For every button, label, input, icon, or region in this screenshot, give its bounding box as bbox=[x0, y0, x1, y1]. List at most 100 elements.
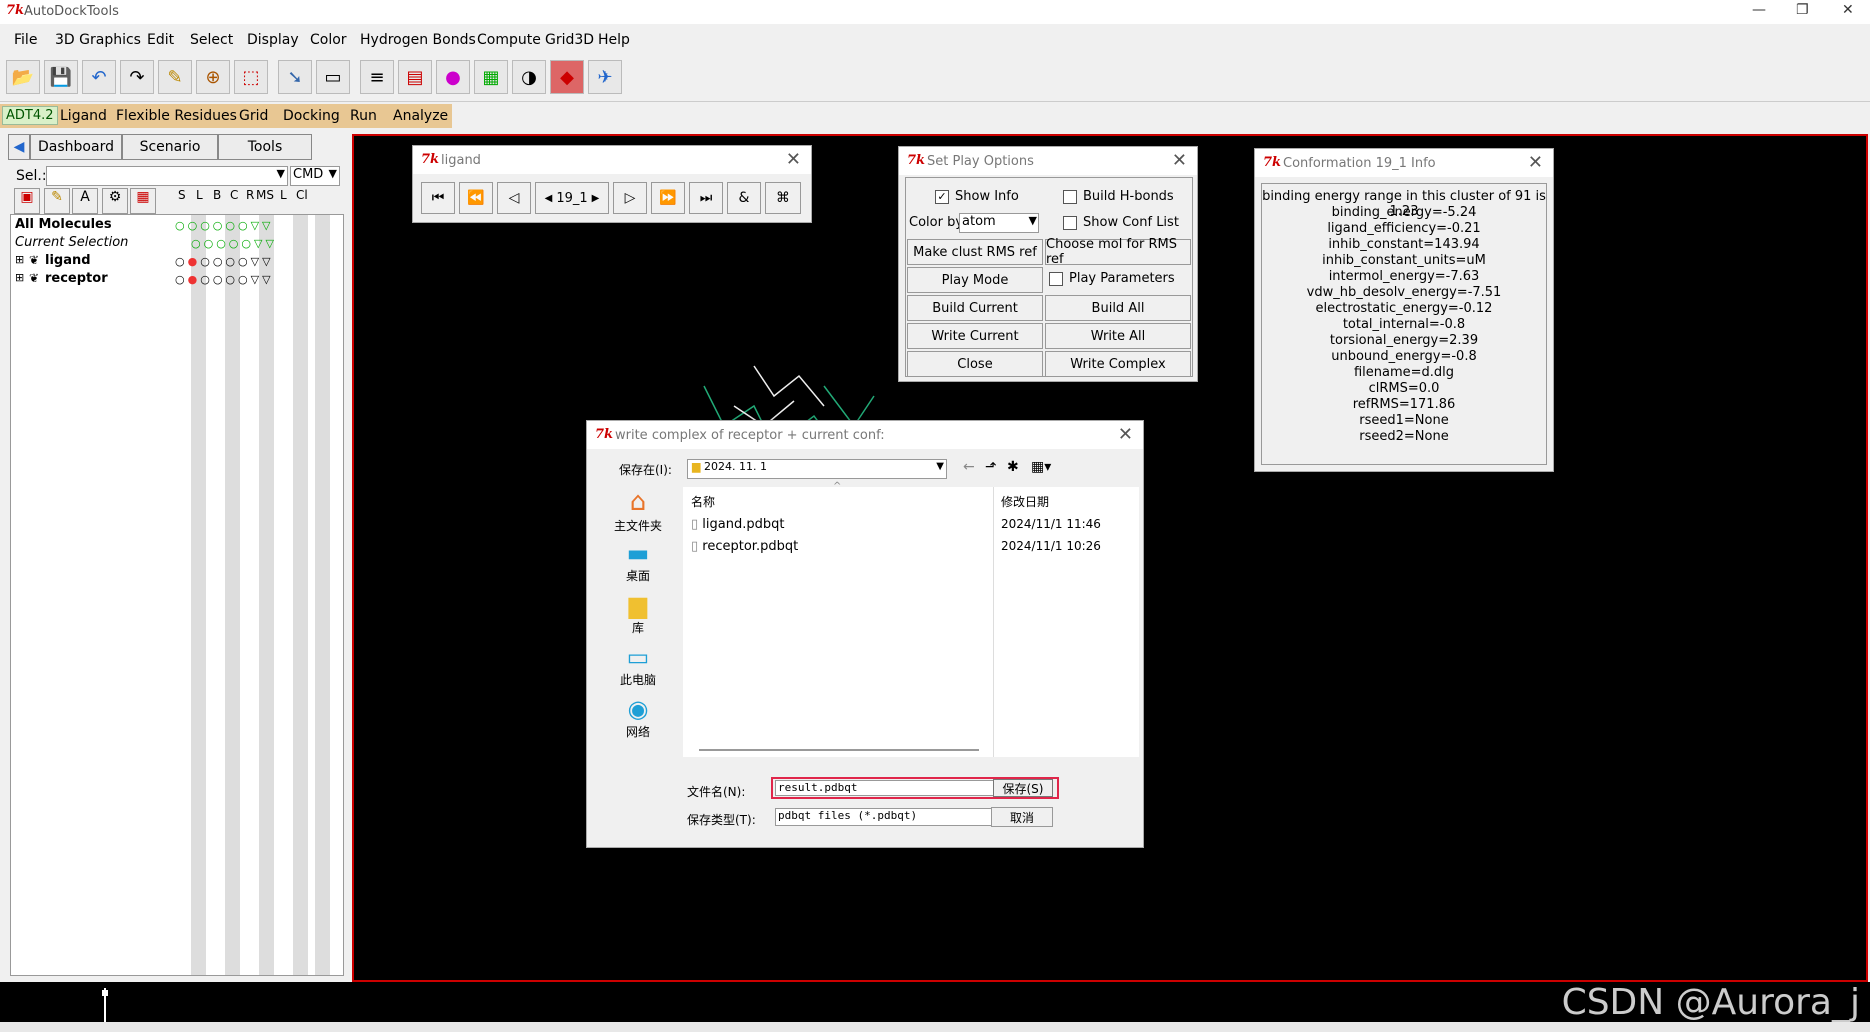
frame-prev-icon[interactable]: ◀ bbox=[545, 193, 553, 204]
text-align-icon[interactable]: ≡ bbox=[360, 60, 394, 94]
tree-receptor[interactable]: receptor bbox=[45, 271, 108, 286]
panel-icon[interactable]: ▤ bbox=[398, 60, 432, 94]
undo-icon[interactable]: ↶ bbox=[82, 60, 116, 94]
menu-color[interactable]: Color bbox=[310, 32, 347, 48]
selection-input[interactable]: ▼ bbox=[46, 166, 288, 186]
show-conf-list-checkbox[interactable]: Show Conf List bbox=[1063, 215, 1179, 230]
cancel-button[interactable]: 取消 bbox=[991, 807, 1053, 827]
tree-ligand[interactable]: ligand bbox=[45, 253, 91, 268]
build-current-button[interactable]: Build Current bbox=[907, 295, 1043, 321]
cmd-select[interactable]: CMD ▼ bbox=[290, 166, 340, 186]
ligand-toggles[interactable]: ○●○○○○▽▽ bbox=[175, 255, 274, 268]
play-button[interactable]: ▷ bbox=[613, 182, 647, 214]
all-molecules-toggles[interactable]: ○○○○○○▽▽ bbox=[175, 219, 274, 232]
tree-all-molecules[interactable]: All Molecules bbox=[15, 217, 112, 232]
place-desktop[interactable]: ▬ 桌面 bbox=[607, 539, 669, 589]
adt-menu-run[interactable]: Run bbox=[350, 108, 377, 124]
write-current-button[interactable]: Write Current bbox=[907, 323, 1043, 349]
grid-icon[interactable]: ▦ bbox=[474, 60, 508, 94]
menu-3d-graphics[interactable]: 3D Graphics bbox=[55, 32, 141, 48]
menu-help[interactable]: Help bbox=[598, 32, 630, 48]
new-folder-icon[interactable]: ✱ bbox=[1007, 459, 1019, 475]
adt-menu-analyze[interactable]: Analyze bbox=[393, 108, 448, 124]
file-row[interactable]: ▯ ligand.pdbqt 2024/11/1 11:46 bbox=[691, 517, 1131, 535]
select-tool-icon[interactable]: ▣ bbox=[14, 188, 40, 214]
tab-tools[interactable]: Tools bbox=[218, 134, 312, 160]
write-all-button[interactable]: Write All bbox=[1045, 323, 1191, 349]
collapse-arrow-icon[interactable]: ◀ bbox=[8, 134, 30, 160]
make-clust-rms-button[interactable]: Make clust RMS ref bbox=[907, 239, 1043, 265]
write-complex-button[interactable]: Write Complex bbox=[1045, 351, 1191, 377]
choose-mol-rms-button[interactable]: Choose mol for RMS ref bbox=[1045, 237, 1191, 267]
selection-toggles[interactable]: ○○○○○▽▽ bbox=[191, 237, 277, 250]
tab-dashboard[interactable]: Dashboard bbox=[30, 134, 122, 160]
color-by-select[interactable]: atom ▼ bbox=[959, 213, 1039, 233]
minimize-icon[interactable]: — bbox=[1752, 2, 1766, 18]
close-icon[interactable]: ✕ bbox=[1172, 150, 1187, 171]
expand-icon[interactable]: ⊞ bbox=[15, 253, 24, 266]
menu-file[interactable]: File bbox=[14, 32, 37, 48]
place-home[interactable]: ⌂ 主文件夹 bbox=[607, 487, 669, 547]
frame-counter[interactable]: ◀ 19_1 ▶ bbox=[535, 182, 609, 214]
view-menu-icon[interactable]: ▦▾ bbox=[1031, 459, 1051, 475]
cube-icon[interactable]: ◆ bbox=[550, 60, 584, 94]
save-in-select[interactable]: ▆ 2024. 11. 1 ▼ bbox=[687, 459, 947, 479]
label-tool-icon[interactable]: A bbox=[72, 188, 98, 214]
menu-grid3d[interactable]: Grid3D bbox=[545, 32, 594, 48]
play-parameters-checkbox[interactable]: Play Parameters bbox=[1049, 271, 1175, 286]
color-ball-icon[interactable]: ● bbox=[436, 60, 470, 94]
ifr-icon[interactable]: ✈ bbox=[588, 60, 622, 94]
close-icon[interactable]: ✕ bbox=[1842, 2, 1854, 18]
tree-current-selection[interactable]: Current Selection bbox=[15, 235, 128, 250]
first-frame-button[interactable]: ⏮ bbox=[421, 182, 455, 214]
file-row[interactable]: ▯ receptor.pdbqt 2024/11/1 10:26 bbox=[691, 539, 1131, 557]
save-icon[interactable]: 💾 bbox=[44, 60, 78, 94]
horizontal-scrollbar[interactable] bbox=[699, 749, 979, 751]
maximize-icon[interactable]: ❐ bbox=[1796, 2, 1809, 18]
filetype-select[interactable]: pdbqt files (*.pdbqt) ▼ bbox=[775, 808, 1025, 826]
console-icon[interactable]: ▭ bbox=[316, 60, 350, 94]
up-folder-icon[interactable]: ⬏ bbox=[985, 459, 997, 475]
menu-compute[interactable]: Compute bbox=[477, 32, 541, 48]
expand-icon[interactable]: ⊞ bbox=[15, 271, 24, 284]
close-button[interactable]: Close bbox=[907, 351, 1043, 377]
menu-select[interactable]: Select bbox=[190, 32, 233, 48]
build-hbonds-checkbox[interactable]: Build H-bonds bbox=[1063, 189, 1174, 204]
rewind-button[interactable]: ⏪ bbox=[459, 182, 493, 214]
adt-menu-ligand[interactable]: Ligand bbox=[60, 108, 107, 124]
redo-icon[interactable]: ↷ bbox=[120, 60, 154, 94]
place-this-pc[interactable]: ▭ 此电脑 bbox=[607, 643, 669, 693]
adt-menu-docking[interactable]: Docking bbox=[283, 108, 340, 124]
pointer-icon[interactable]: ➘ bbox=[278, 60, 312, 94]
col-header-date[interactable]: 修改日期 bbox=[1001, 493, 1049, 510]
play-reverse-button[interactable]: ◁ bbox=[497, 182, 531, 214]
glasses-icon[interactable]: ◑ bbox=[512, 60, 546, 94]
play-mode-button[interactable]: Play Mode bbox=[907, 267, 1043, 293]
save-button[interactable]: 保存(S) bbox=[993, 779, 1053, 797]
tab-scenario[interactable]: Scenario bbox=[122, 134, 218, 160]
gear-tool-icon[interactable]: ⚙ bbox=[102, 188, 128, 214]
close-icon[interactable]: ✕ bbox=[1528, 152, 1543, 173]
close-icon[interactable]: ✕ bbox=[786, 149, 801, 170]
back-icon[interactable]: ← bbox=[963, 459, 975, 475]
filename-input[interactable]: result.pdbqt bbox=[775, 780, 1025, 796]
show-info-checkbox[interactable]: ✓ Show Info bbox=[935, 189, 1019, 204]
place-library[interactable]: ▆ 库 bbox=[607, 591, 669, 641]
close-icon[interactable]: ✕ bbox=[1118, 424, 1133, 445]
open-icon[interactable]: 📂 bbox=[6, 60, 40, 94]
place-network[interactable]: ◉ 网络 bbox=[607, 695, 669, 745]
col-header-name[interactable]: 名称 bbox=[691, 493, 715, 510]
fast-forward-button[interactable]: ⏩ bbox=[651, 182, 685, 214]
menu-edit[interactable]: Edit bbox=[147, 32, 174, 48]
adt-menu-grid[interactable]: Grid bbox=[239, 108, 268, 124]
ruler-tool-icon[interactable]: ▦ bbox=[130, 188, 156, 214]
select-icon[interactable]: ⬚ bbox=[234, 60, 268, 94]
receptor-toggles[interactable]: ○●○○○○▽▽ bbox=[175, 273, 274, 286]
adt-menu-flexible-residues[interactable]: Flexible Residues bbox=[116, 108, 237, 124]
options-button[interactable]: ⌘ bbox=[765, 182, 801, 214]
menu-display[interactable]: Display bbox=[247, 32, 299, 48]
target-icon[interactable]: ⊕ bbox=[196, 60, 230, 94]
pencil-icon[interactable]: ✎ bbox=[158, 60, 192, 94]
build-all-button[interactable]: Build All bbox=[1045, 295, 1191, 321]
frame-next-icon[interactable]: ▶ bbox=[592, 193, 600, 204]
